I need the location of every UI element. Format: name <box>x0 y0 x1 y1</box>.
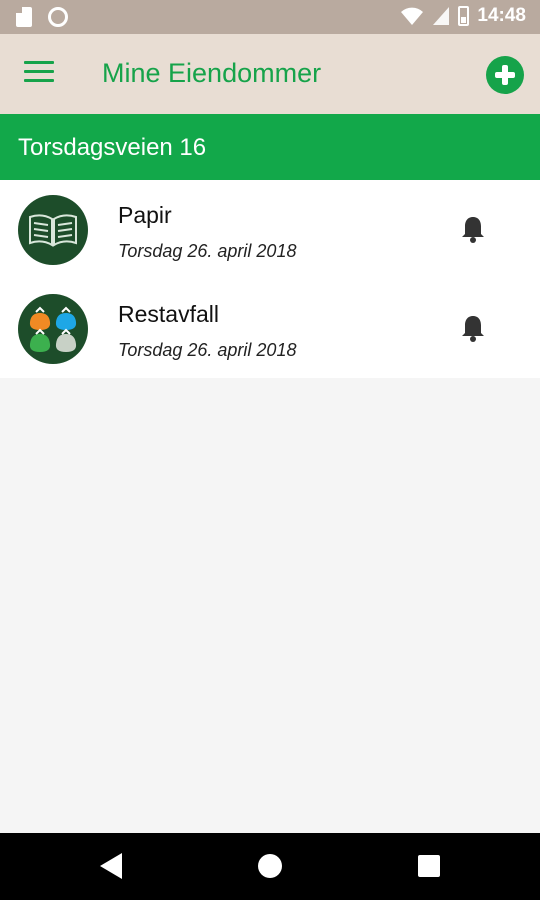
address-label: Torsdagsveien 16 <box>18 134 207 161</box>
wifi-icon <box>401 7 424 25</box>
add-circle-icon[interactable] <box>486 56 524 94</box>
status-left <box>16 7 68 27</box>
hamburger-menu-icon[interactable] <box>24 61 54 85</box>
navigation-bar <box>0 833 540 900</box>
address-header: Torsdagsveien 16 <box>0 114 540 180</box>
list-item-restavfall[interactable]: Restavfall Torsdag 26. april 2018 <box>0 279 540 378</box>
status-right: 14:48 <box>400 5 526 27</box>
page-title: Mine Eiendommer <box>102 58 322 88</box>
bell-icon[interactable] <box>460 313 486 343</box>
battery-icon <box>458 6 470 26</box>
collection-list: Papir Torsdag 26. april 2018 Restavfall … <box>0 180 540 378</box>
status-bar: 14:48 <box>0 0 540 34</box>
bell-icon[interactable] <box>460 214 486 244</box>
menu-line <box>24 70 54 73</box>
circle-icon <box>48 7 68 27</box>
paper-book-icon <box>18 195 88 265</box>
home-circle-icon[interactable] <box>258 854 282 878</box>
signal-icon <box>433 7 450 25</box>
list-item-title: Restavfall <box>118 301 219 327</box>
list-item-date: Torsdag 26. april 2018 <box>118 241 297 261</box>
status-time: 14:48 <box>477 5 526 26</box>
waste-bags-icon <box>18 294 88 364</box>
list-item-title: Papir <box>118 202 172 228</box>
menu-line <box>24 79 54 82</box>
list-item-papir[interactable]: Papir Torsdag 26. april 2018 <box>0 180 540 279</box>
back-triangle-icon[interactable] <box>100 853 122 879</box>
menu-line <box>24 61 54 64</box>
list-item-date: Torsdag 26. april 2018 <box>118 340 297 360</box>
app-bar: Mine Eiendommer <box>0 34 540 114</box>
sd-card-icon <box>16 7 32 27</box>
recent-square-icon[interactable] <box>418 855 440 877</box>
